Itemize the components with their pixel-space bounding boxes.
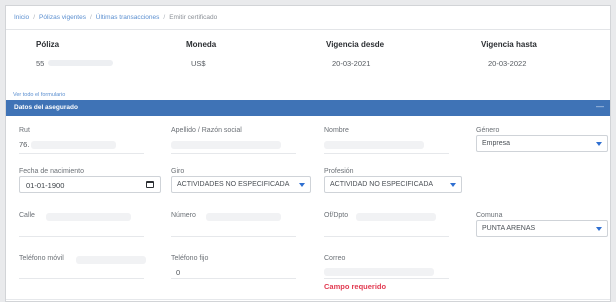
profesion-select[interactable]: ACTIVIDAD NO ESPECIFICADA (324, 176, 462, 193)
header-poliza: Póliza (36, 40, 60, 49)
value-poliza: 55 (36, 59, 45, 68)
giro-label: Giro (171, 168, 185, 175)
numero-field[interactable] (206, 213, 281, 221)
tel-fijo-label: Teléfono fijo (171, 255, 209, 262)
genero-label: Género (476, 127, 500, 134)
chevron-down-icon (450, 183, 456, 187)
value-vigencia-hasta: 20-03-2022 (488, 59, 527, 68)
calle-field[interactable] (46, 213, 131, 221)
ver-formulario-link[interactable]: Ver todo el formulario (13, 92, 65, 98)
breadcrumb-separator: / (163, 14, 166, 21)
tel-movil-label: Teléfono móvil (19, 255, 64, 262)
chevron-down-icon (299, 183, 305, 187)
redacted-block (31, 141, 116, 149)
section-header[interactable]: Datos del asegurado — (6, 100, 610, 116)
field-underline (19, 236, 144, 237)
profesion-value: ACTIVIDAD NO ESPECIFICADA (330, 181, 434, 188)
correo-field[interactable] (324, 268, 434, 276)
breadcrumb-current: Emitir certificado (169, 14, 218, 21)
genero-value: Empresa (482, 140, 511, 147)
field-underline (324, 236, 449, 237)
giro-select[interactable]: ACTIVIDADES NO ESPECIFICADA (171, 176, 311, 193)
header-moneda: Moneda (186, 40, 217, 49)
rut-label: Rut (19, 127, 30, 134)
breadcrumb-separator: / (33, 14, 35, 21)
field-underline (171, 278, 296, 279)
genero-select[interactable]: Empresa (476, 135, 608, 152)
chevron-down-icon (596, 227, 602, 231)
fecha-label: Fecha de nacimiento (19, 168, 84, 175)
correo-error-message: Campo requerido (324, 282, 387, 291)
field-underline (171, 153, 296, 154)
header-vigencia-desde: Vigencia desde (326, 40, 385, 49)
value-moneda: US$ (191, 59, 206, 68)
tel-movil-field[interactable] (76, 256, 146, 264)
breadcrumb-polizas[interactable]: Pólizas vigentes (39, 14, 86, 21)
field-underline (324, 153, 449, 154)
page-frame: Inicio / Pólizas vigentes / Últimas transacc… (5, 5, 611, 302)
profesion-label: Profesión (324, 168, 354, 175)
chevron-down-icon (596, 142, 602, 146)
comuna-value: PUNTA ARENAS (482, 225, 536, 232)
numero-label: Número (171, 212, 196, 219)
header-vigencia-hasta: Vigencia hasta (481, 40, 537, 49)
field-underline (171, 236, 296, 237)
correo-label: Correo (324, 255, 346, 262)
collapse-icon[interactable]: — (596, 102, 604, 111)
breadcrumb-transacciones[interactable]: Últimas transacciones (96, 14, 160, 21)
value-vigencia-desde: 20-03-2021 (332, 59, 371, 68)
ofdpto-field[interactable] (356, 213, 436, 221)
fecha-nacimiento-input[interactable]: 01-01-1900 (19, 176, 161, 193)
comuna-label: Comuna (476, 212, 503, 219)
divider (6, 299, 610, 300)
field-underline (19, 153, 144, 154)
redacted-block (48, 60, 113, 66)
giro-value: ACTIVIDADES NO ESPECIFICADA (177, 181, 290, 188)
breadcrumb-separator: / (89, 14, 92, 21)
ofdpto-label: Of/Dpto (324, 212, 349, 219)
calendar-icon[interactable] (146, 181, 154, 188)
section-title: Datos del asegurado (14, 104, 78, 111)
nombre-field[interactable] (324, 141, 424, 149)
apellido-field[interactable] (171, 141, 281, 149)
breadcrumb-inicio[interactable]: Inicio (14, 14, 29, 21)
nombre-label: Nombre (324, 127, 349, 134)
rut-field[interactable]: 76. (19, 140, 29, 149)
breadcrumb: Inicio / Pólizas vigentes / Últimas transacc… (6, 6, 610, 30)
tel-fijo-field[interactable]: 0 (176, 268, 180, 277)
comuna-select[interactable]: PUNTA ARENAS (476, 220, 608, 237)
calle-label: Calle (19, 212, 35, 219)
apellido-label: Apellido / Razón social (171, 127, 242, 134)
field-underline (324, 278, 449, 279)
fecha-value: 01-01-1900 (26, 181, 65, 190)
field-underline (19, 278, 144, 279)
